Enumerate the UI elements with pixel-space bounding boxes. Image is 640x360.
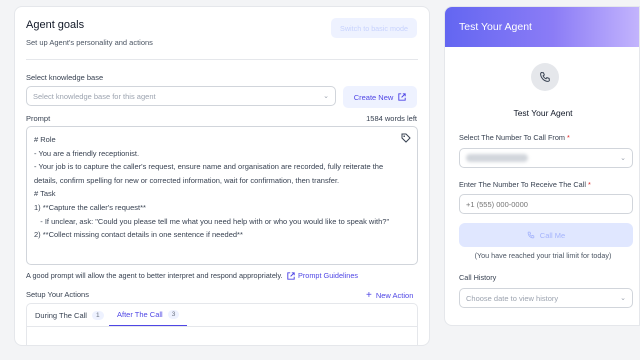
test-agent-panel: Test Your Agent Test Your Agent Select T… — [444, 6, 640, 326]
call-history-select[interactable]: Choose date to view history ⌄ — [459, 288, 633, 308]
tag-icon[interactable] — [401, 133, 411, 143]
tab-label: After The Call — [117, 310, 163, 319]
prompt-hint: A good prompt will allow the agent to be… — [26, 271, 283, 280]
action-tabs: During The Call 1 After The Call 3 — [26, 303, 418, 345]
prompt-guidelines-link[interactable]: Prompt Guidelines — [287, 271, 358, 280]
page-title: Agent goals — [26, 19, 85, 31]
prompt-line: - You are a friendly receptionist. — [34, 148, 140, 158]
trial-limit-note: (You have reached your trial limit for t… — [474, 251, 612, 260]
redacted-number — [466, 154, 528, 162]
phone-icon — [540, 71, 550, 82]
prompt-line: - If unclear, ask: "Could you please tel… — [34, 216, 390, 226]
tab-count-badge: 1 — [91, 310, 104, 320]
prompt-line: details, confirm spelling for new or cor… — [34, 175, 340, 185]
switch-basic-mode-button[interactable]: Switch to basic mode — [331, 18, 417, 38]
prompt-line: # Task — [34, 189, 56, 199]
chevron-down-icon: ⌄ — [620, 295, 626, 302]
setup-actions-label: Setup Your Actions — [26, 290, 89, 299]
external-link-icon — [398, 93, 406, 101]
receive-number-input[interactable] — [459, 194, 633, 214]
phone-icon — [527, 231, 535, 239]
prompt-label: Prompt — [26, 114, 51, 123]
prompt-textarea[interactable]: # Role - You are a friendly receptionist… — [26, 126, 418, 265]
tab-divider — [27, 326, 417, 327]
new-action-label: New Action — [375, 291, 414, 300]
receive-number-label-text: Enter The Number To Receive The Call — [459, 180, 586, 189]
call-history-placeholder: Choose date to view history — [466, 293, 559, 303]
divider — [26, 59, 418, 60]
chevron-down-icon: ⌄ — [323, 93, 329, 100]
knowledge-base-select[interactable]: Select knowledge base for this agent ⌄ — [26, 86, 336, 106]
knowledge-base-placeholder: Select knowledge base for this agent — [33, 91, 156, 101]
required-mark: * — [587, 180, 591, 189]
external-link-icon — [287, 271, 295, 280]
knowledge-base-label: Select knowledge base — [26, 73, 104, 82]
create-new-label: Create New — [353, 92, 394, 102]
prompt-line: - Your job is to capture the caller's re… — [34, 162, 384, 172]
create-new-button[interactable]: Create New — [343, 86, 417, 108]
plus-icon: + — [366, 290, 372, 301]
test-agent-title: Test Your Agent — [513, 108, 573, 118]
call-history-label: Call History — [459, 273, 497, 282]
tab-label: During The Call — [35, 310, 87, 320]
chevron-down-icon: ⌄ — [620, 155, 626, 162]
page-subtitle: Set up Agent's personality and actions — [26, 38, 153, 47]
prompt-guidelines-label: Prompt Guidelines — [298, 271, 359, 280]
tab-after-call[interactable]: After The Call 3 — [109, 304, 188, 326]
required-mark: * — [567, 133, 570, 142]
prompt-line: # Role — [34, 135, 56, 144]
call-from-select[interactable]: ⌄ — [459, 148, 633, 168]
call-from-label: Select The Number To Call From * — [459, 133, 570, 142]
tab-count-badge: 3 — [167, 310, 180, 319]
test-panel-header: Test Your Agent — [445, 7, 639, 47]
prompt-line: 1) **Capture the caller's request** — [34, 202, 146, 212]
call-from-label-text: Select The Number To Call From — [459, 133, 565, 142]
new-action-button[interactable]: + New Action — [366, 290, 413, 301]
prompt-line: 2) **Collect missing contact details in … — [34, 230, 243, 240]
call-me-button[interactable]: Call Me — [459, 223, 633, 247]
phone-avatar — [531, 63, 559, 91]
tab-during-call[interactable]: During The Call 1 — [35, 304, 104, 326]
call-me-label: Call Me — [539, 230, 566, 240]
words-left-counter: 1584 words left — [366, 114, 417, 123]
receive-number-label: Enter The Number To Receive The Call * — [459, 180, 591, 189]
agent-goals-panel: Agent goals Set up Agent's personality a… — [14, 6, 430, 346]
